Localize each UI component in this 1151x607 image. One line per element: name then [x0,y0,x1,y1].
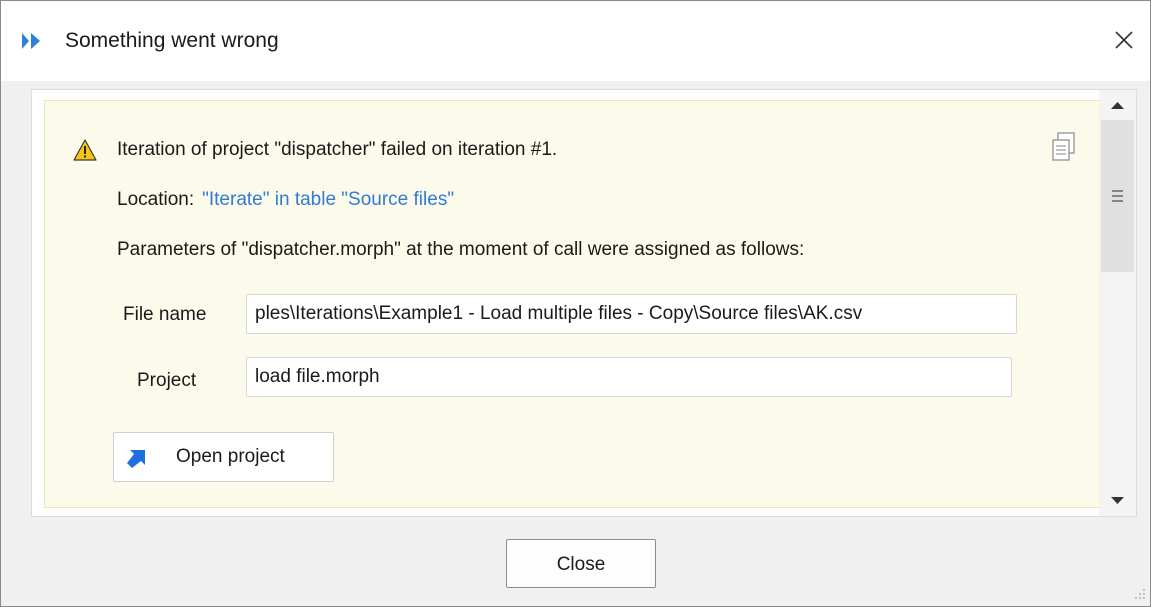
app-logo-icon [22,33,40,49]
project-label: Project [137,370,197,391]
open-arrow-icon [127,450,145,468]
close-button[interactable]: Close [506,539,656,588]
file-name-label: File name [123,304,207,325]
close-icon[interactable] [1109,25,1139,55]
title-bar: Something went wrong [1,1,1150,81]
scroll-grip-icon [1112,190,1123,202]
open-project-label: Open project [176,446,285,467]
scroll-thumb[interactable] [1101,120,1134,272]
warning-icon [73,139,97,161]
resize-grip-icon[interactable] [1129,585,1147,603]
file-name-field[interactable]: ples\Iterations\Example1 - Load multiple… [246,294,1017,334]
params-description: Parameters of "dispatcher.morph" at the … [117,239,805,260]
error-heading: Iteration of project "dispatcher" failed… [117,139,558,160]
error-dialog: Something went wrong Iteration of projec… [0,0,1151,607]
location-link[interactable]: "Iterate" in table "Source files" [202,189,454,210]
copy-icon[interactable] [1049,131,1079,163]
message-panel: Iteration of project "dispatcher" failed… [44,100,1102,508]
scroll-down-icon[interactable] [1099,486,1136,516]
open-project-button[interactable]: Open project [113,432,334,482]
message-area: Iteration of project "dispatcher" failed… [31,89,1137,517]
scroll-up-icon[interactable] [1099,90,1136,120]
location-line: Location: "Iterate" in table "Source file… [117,189,454,211]
location-label: Location: [117,189,195,210]
project-field[interactable]: load file.morph [246,357,1012,397]
window-title: Something went wrong [65,29,279,52]
vertical-scrollbar[interactable] [1099,90,1136,516]
